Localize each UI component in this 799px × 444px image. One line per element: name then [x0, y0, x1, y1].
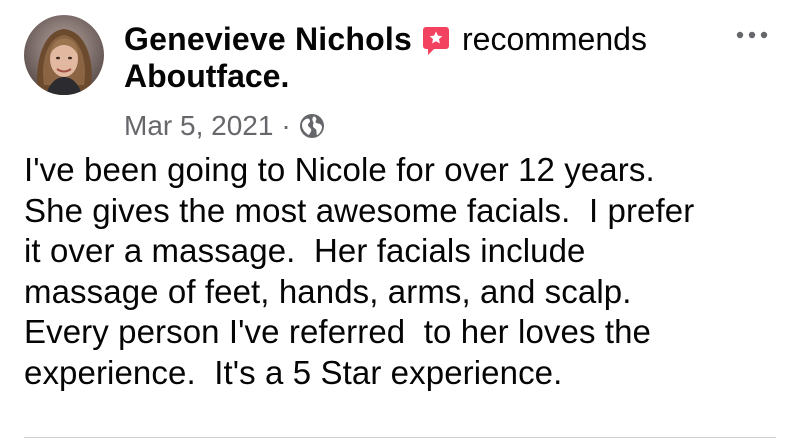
- post-divider: [24, 437, 776, 438]
- author-name-link[interactable]: Genevieve Nichols: [124, 21, 412, 58]
- post-header: Genevieve Nichols recommends: [124, 17, 647, 61]
- post-body-line: Every person I've referred to her loves …: [24, 313, 652, 350]
- post-timestamp[interactable]: Mar 5, 2021: [124, 110, 273, 142]
- globe-icon[interactable]: [299, 113, 325, 139]
- author-avatar[interactable]: [24, 15, 104, 95]
- more-options-button[interactable]: [730, 22, 774, 48]
- post-meta: Mar 5, 2021 ·: [124, 107, 325, 145]
- post-body-line: She gives the most awesome facials. I pr…: [24, 191, 695, 229]
- post-body-line: I've been going to Nicole for over 12 ye…: [24, 151, 655, 188]
- recommends-text: recommends: [461, 20, 647, 57]
- review-post: Genevieve Nichols recommends Aboutface. …: [0, 0, 799, 444]
- meta-separator: ·: [281, 110, 291, 141]
- post-body-line: it over a massage. Her facials include: [24, 232, 586, 269]
- page-name-link[interactable]: Aboutface.: [124, 58, 289, 95]
- recommend-star-icon: [422, 25, 450, 57]
- avatar-photo: [24, 15, 104, 95]
- post-body-line: massage of feet, hands, arms, and scalp.: [24, 272, 632, 310]
- post-body-line: experience. It's a 5 Star experience.: [24, 353, 563, 391]
- more-horizontal-icon: [736, 31, 768, 39]
- post-body: I've been going to Nicole for over 12 ye…: [24, 150, 784, 393]
